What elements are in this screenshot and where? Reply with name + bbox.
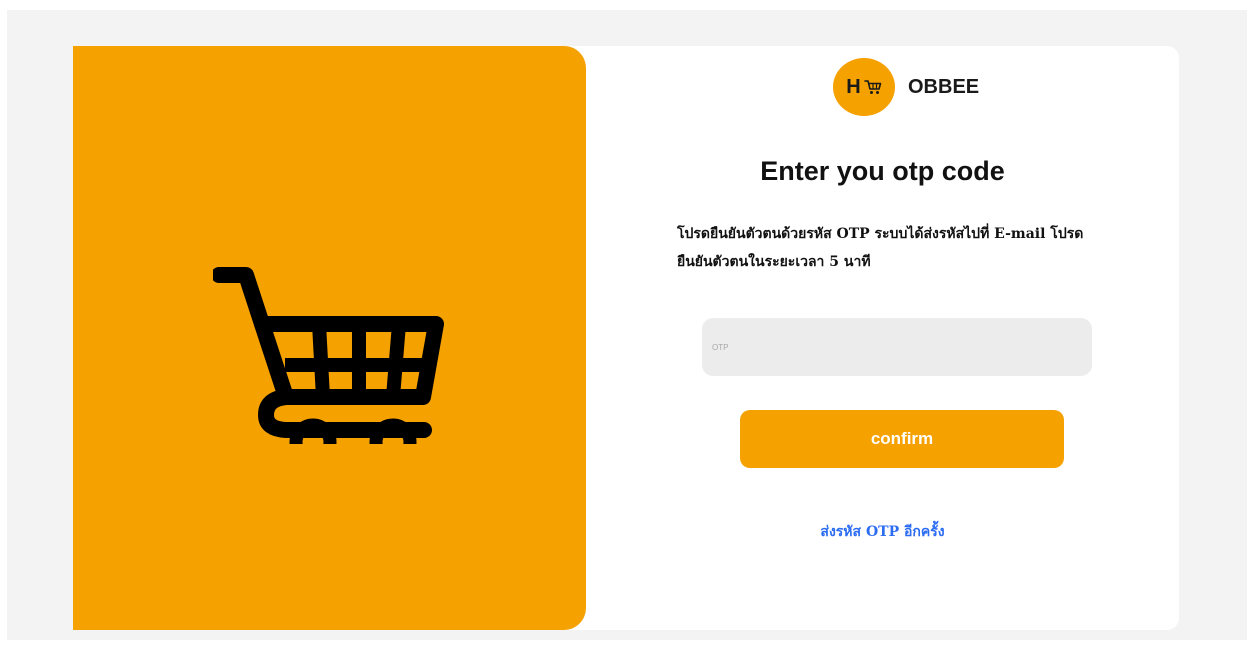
brand-logo: H: [833, 58, 895, 116]
brand: H OBBEE: [833, 58, 979, 116]
otp-input[interactable]: [702, 318, 1092, 376]
resend-otp-link[interactable]: ส่งรหัส OTP อีกครั้ง: [586, 521, 1179, 543]
page-title: Enter you otp code: [760, 156, 1005, 186]
shopping-cart-icon: [213, 267, 444, 444]
brand-name: OBBEE: [908, 75, 980, 98]
otp-card: H OBBEE Enter you otp code โปรดยืนยันตัว…: [73, 46, 1179, 630]
page-background: H OBBEE Enter you otp code โปรดยืนยันตัว…: [7, 10, 1247, 640]
hero-panel: [73, 46, 586, 630]
otp-instructions: โปรดยืนยันตัวตนด้วยรหัส OTP ระบบได้ส่งรห…: [677, 226, 1084, 270]
shopping-cart-icon: [863, 80, 882, 94]
confirm-button[interactable]: confirm: [740, 410, 1064, 468]
otp-form-panel: H OBBEE Enter you otp code โปรดยืนยันตัว…: [586, 46, 1179, 630]
logo-letter: H: [846, 75, 861, 98]
